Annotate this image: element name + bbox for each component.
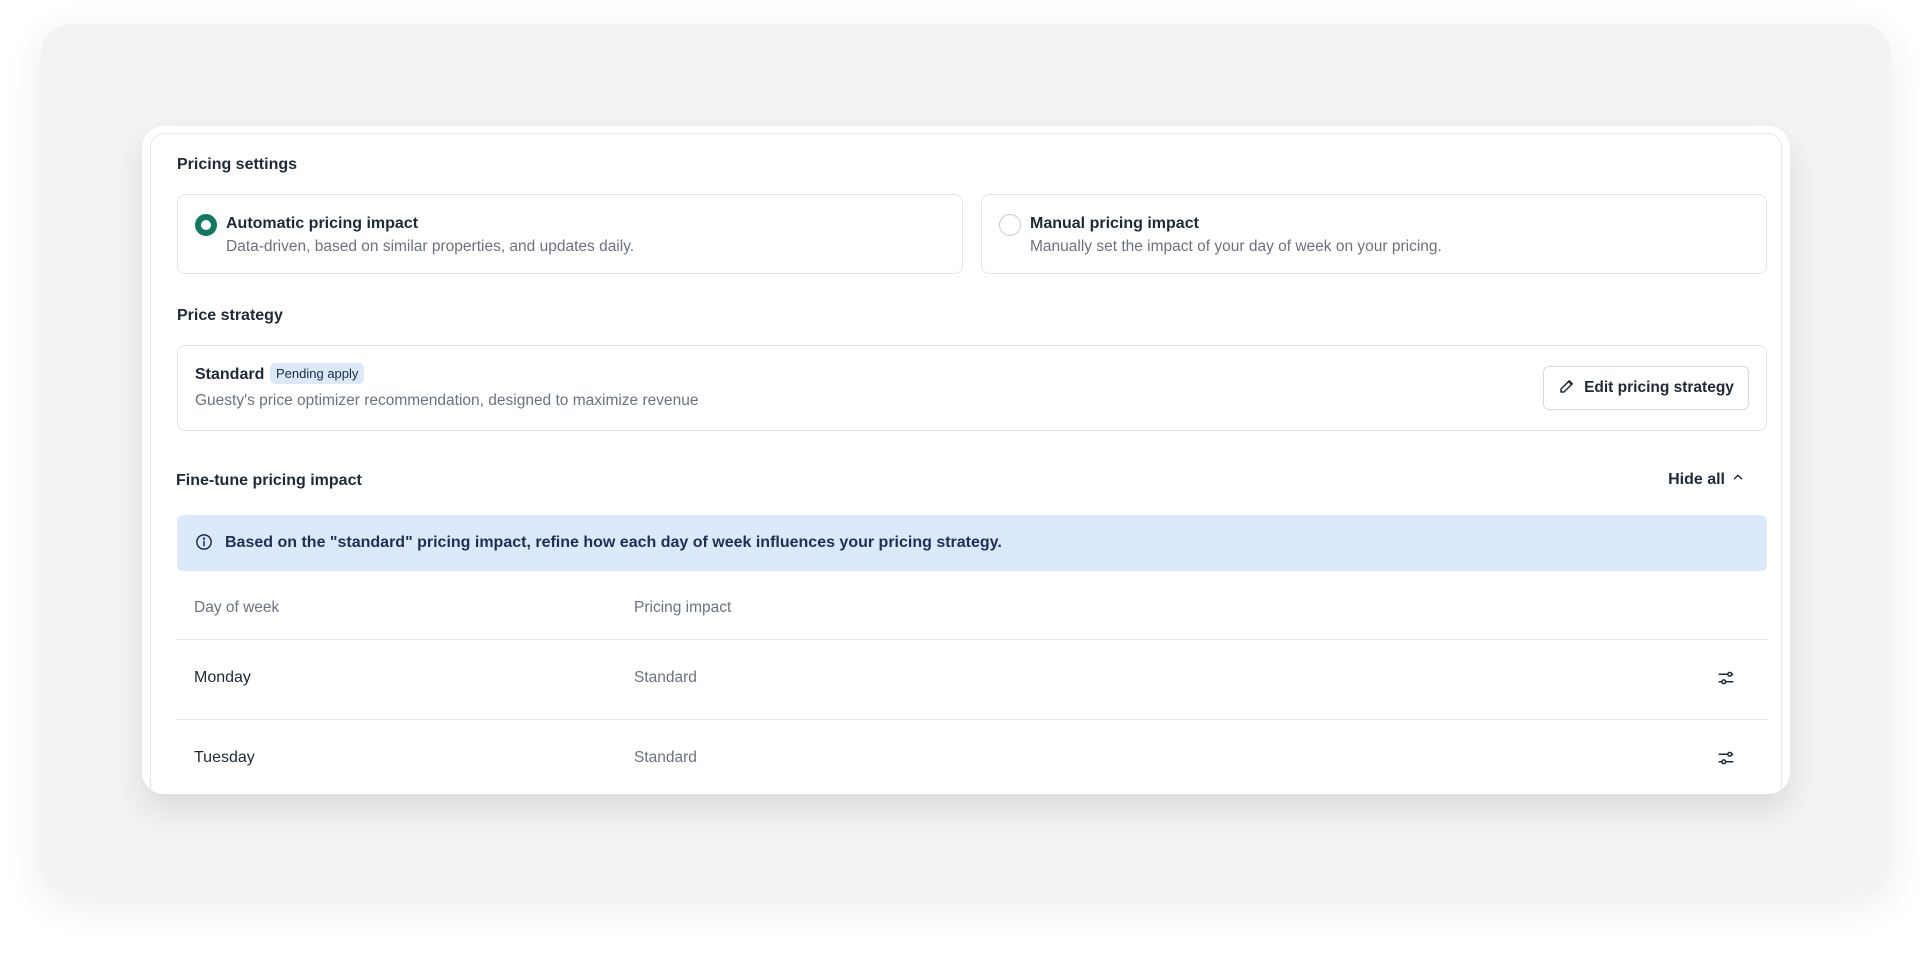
adjust-settings-icon[interactable]: [1717, 749, 1735, 772]
manual-pricing-option[interactable]: Manual pricing impact Manually set the i…: [981, 194, 1767, 274]
strategy-name: Standard: [195, 366, 265, 383]
status-badge: Pending apply: [270, 363, 365, 384]
hide-all-button[interactable]: Hide all: [1668, 470, 1745, 489]
edit-pricing-strategy-label: Edit pricing strategy: [1584, 379, 1734, 396]
table-row: Monday Standard: [177, 639, 1767, 719]
automatic-pricing-option[interactable]: Automatic pricing impact Data-driven, ba…: [177, 194, 963, 274]
info-icon: [195, 533, 213, 556]
row-day: Monday: [194, 669, 251, 686]
info-banner-text: Based on the "standard" pricing impact, …: [225, 534, 1002, 551]
price-strategy-panel: Standard Pending apply Guesty's price op…: [177, 345, 1767, 431]
row-day: Tuesday: [194, 749, 255, 766]
pencil-icon: [1558, 377, 1576, 400]
automatic-pricing-radio[interactable]: [195, 214, 217, 236]
automatic-pricing-title: Automatic pricing impact: [226, 215, 419, 232]
manual-pricing-radio[interactable]: [999, 214, 1021, 236]
price-strategy-title: Price strategy: [177, 307, 283, 324]
info-banner: Based on the "standard" pricing impact, …: [177, 515, 1767, 571]
table-row: Tuesday Standard: [177, 719, 1767, 794]
strategy-description: Guesty's price optimizer recommendation,…: [195, 392, 699, 409]
chevron-up-icon: [1731, 470, 1745, 489]
column-header-impact: Pricing impact: [634, 599, 732, 616]
fine-tune-title: Fine-tune pricing impact: [176, 472, 362, 489]
hide-all-label: Hide all: [1668, 470, 1725, 488]
row-impact: Standard: [634, 669, 697, 686]
automatic-pricing-description: Data-driven, based on similar properties…: [226, 238, 635, 255]
manual-pricing-title: Manual pricing impact: [1030, 215, 1199, 232]
row-impact: Standard: [634, 749, 697, 766]
edit-pricing-strategy-button[interactable]: Edit pricing strategy: [1543, 366, 1749, 410]
column-header-day: Day of week: [194, 599, 280, 616]
adjust-settings-icon[interactable]: [1717, 669, 1735, 692]
pricing-card-inner: Pricing settings Automatic pricing impac…: [150, 133, 1782, 794]
pricing-card: Pricing settings Automatic pricing impac…: [142, 126, 1790, 794]
manual-pricing-description: Manually set the impact of your day of w…: [1030, 238, 1442, 255]
pricing-settings-title: Pricing settings: [177, 156, 298, 173]
